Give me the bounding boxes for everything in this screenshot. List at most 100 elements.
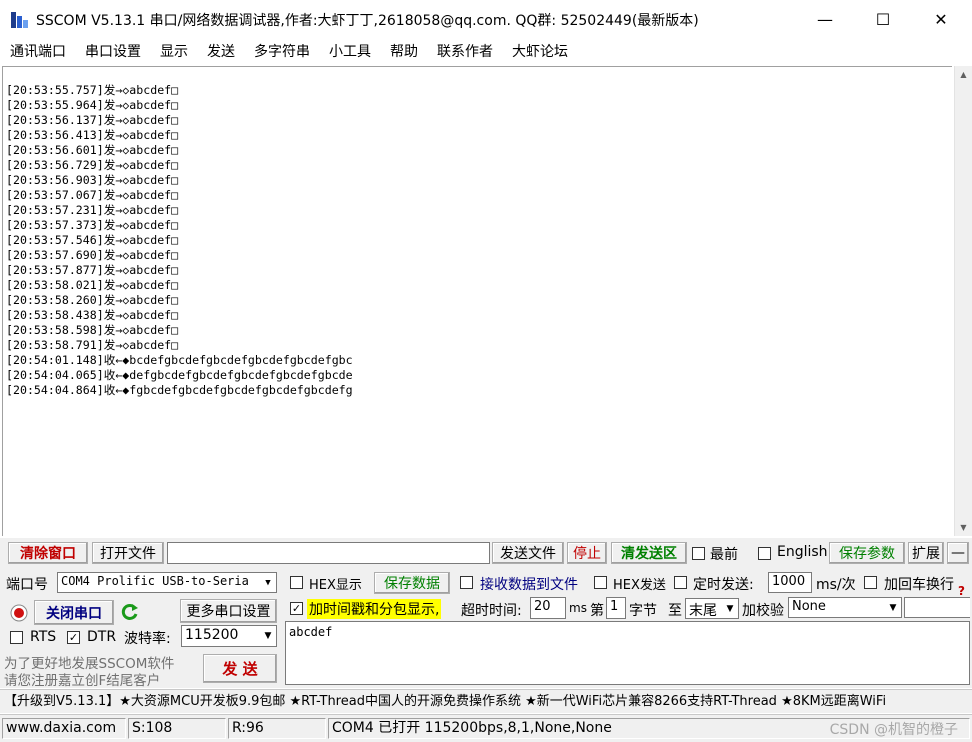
maximize-button[interactable]: ☐ [854,0,912,38]
send-file-button[interactable]: 发送文件 [492,542,564,564]
baud-select[interactable]: 115200 ▼ [181,625,277,647]
crlf-checkbox[interactable] [864,576,877,589]
status-bar: www.daxia.com S:108 R:96 COM4 已打开 115200… [0,714,972,742]
send-textarea[interactable]: abcdef [285,621,970,685]
menu-send[interactable]: 发送 [197,41,244,61]
rts-checkbox[interactable] [10,631,23,644]
timestamp-label: 加时间戳和分包显示, [307,599,442,619]
menu-forum[interactable]: 大虾论坛 [502,41,577,61]
english-label: English [777,544,828,560]
watermark: CSDN @机智的橙子 [829,722,958,738]
checksum-label: 加校验 [742,603,784,619]
recv-to-file-label: 接收数据到文件 [480,577,578,593]
topmost-checkbox[interactable] [692,547,705,560]
status-sent-count: S:108 [128,718,226,739]
file-path-input[interactable] [167,542,490,564]
chevron-down-icon: ▼ [260,573,276,592]
checksum-select[interactable]: None ▼ [788,597,902,618]
hex-send-label: HEX发送 [613,578,666,593]
end-select[interactable]: 末尾 ▼ [685,598,739,619]
chevron-down-icon: ▼ [722,599,738,618]
chevron-down-icon: ▼ [260,626,276,646]
menu-help[interactable]: 帮助 [380,41,427,61]
log-line: [20:54:01.148]收←◆bcdefgbcdefgbcdefgbcdef… [6,353,353,367]
dtr-label: DTR [87,629,117,645]
window-title: SSCOM V5.13.1 串口/网络数据调试器,作者:大虾丁丁,2618058… [36,13,699,29]
timestamp-checkbox[interactable]: ✓ [290,602,303,615]
interval-unit: ms/次 [816,577,856,593]
log-line: [20:53:55.964]发→◇abcdef□ [6,98,179,112]
close-port-button[interactable]: 关闭串口 [34,600,114,625]
scroll-up-icon[interactable]: ▲ [955,66,972,83]
minimize-button[interactable]: — [796,0,854,38]
help-icon[interactable]: ? [958,584,965,598]
menu-serial-settings[interactable]: 串口设置 [75,41,150,61]
collapse-button[interactable]: — [947,542,969,564]
clear-window-button[interactable]: 清除窗口 [8,542,88,564]
log-line: [20:53:56.413]发→◇abcdef□ [6,128,179,142]
interval-input[interactable]: 1000 [768,572,812,593]
baud-select-value: 115200 [185,627,239,643]
menu-contact-author[interactable]: 联系作者 [427,41,502,61]
checksum-extra-field[interactable] [904,597,970,618]
byte-prefix-label: 第 [590,603,604,619]
log-line: [20:53:58.260]发→◇abcdef□ [6,293,179,307]
end-select-value: 末尾 [689,603,717,619]
to-label: 至 [668,603,682,619]
port-select-value: COM4 Prolific USB-to-Seria [61,574,249,588]
expand-button[interactable]: 扩展 [908,542,944,564]
byte-index-input[interactable]: 1 [606,597,626,619]
title-bar[interactable]: SSCOM V5.13.1 串口/网络数据调试器,作者:大虾丁丁,2618058… [0,0,972,38]
english-checkbox[interactable] [758,547,771,560]
dtr-checkbox[interactable]: ✓ [67,631,80,644]
port-label: 端口号 [6,577,48,593]
timed-send-label: 定时发送: [693,577,754,593]
hex-display-label: HEX显示 [309,578,362,593]
log-line: [20:53:57.373]发→◇abcdef□ [6,218,179,232]
log-line: [20:54:04.864]收←◆fgbcdefgbcdefgbcdefgbcd… [6,383,353,397]
status-website[interactable]: www.daxia.com [2,718,126,739]
log-line: [20:54:04.065]收←◆defgbcdefgbcdefgbcdefgb… [6,368,353,382]
log-line: [20:53:56.137]发→◇abcdef□ [6,113,179,127]
refresh-icon[interactable] [120,602,140,622]
hex-send-checkbox[interactable] [594,576,607,589]
menu-tools[interactable]: 小工具 [319,41,380,61]
byte-label: 字节 [629,603,657,619]
timeout-unit: ms [569,601,587,615]
news-ticker[interactable]: 【升级到V5.13.1】★大资源MCU开发板9.9包邮 ★RT-Thread中国… [0,689,972,713]
clear-send-button[interactable]: 清发送区 [611,542,687,564]
send-button[interactable]: 发 送 [203,654,277,683]
save-data-button[interactable]: 保存数据 [374,572,450,594]
hex-display-checkbox[interactable] [290,576,303,589]
log-line: [20:53:57.231]发→◇abcdef□ [6,203,179,217]
status-recv-count: R:96 [228,718,326,739]
log-line: [20:53:56.729]发→◇abcdef□ [6,158,179,172]
stop-button[interactable]: 停止 [567,542,607,564]
timeout-input[interactable]: 20 [530,597,566,619]
open-file-button[interactable]: 打开文件 [92,542,164,564]
timed-send-checkbox[interactable] [674,576,687,589]
receive-window[interactable]: [20:53:55.757]发→◇abcdef□ [20:53:55.964]发→… [2,66,952,536]
log-line: [20:53:56.601]发→◇abcdef□ [6,143,179,157]
log-line: [20:53:58.791]发→◇abcdef□ [6,338,179,352]
baud-label: 波特率: [124,631,171,647]
log-line: [20:53:55.757]发→◇abcdef□ [6,83,179,97]
menu-multi-string[interactable]: 多字符串 [244,41,319,61]
port-select[interactable]: COM4 Prolific USB-to-Seria ▼ [57,572,277,593]
menu-bar: 通讯端口 串口设置 显示 发送 多字符串 小工具 帮助 联系作者 大虾论坛 [0,38,972,64]
recv-to-file-checkbox[interactable] [460,576,473,589]
menu-display[interactable]: 显示 [150,41,197,61]
scroll-down-icon[interactable]: ▼ [955,519,972,536]
log-line: [20:53:58.021]发→◇abcdef□ [6,278,179,292]
log-line: [20:53:58.438]发→◇abcdef□ [6,308,179,322]
menu-comm-port[interactable]: 通讯端口 [0,41,75,61]
receive-scrollbar[interactable]: ▲ ▼ [954,66,972,536]
log-line: [20:53:58.598]发→◇abcdef□ [6,323,179,337]
control-panel: 清除窗口 打开文件 发送文件 停止 清发送区 最前 English 保存参数 扩… [0,538,972,689]
save-params-button[interactable]: 保存参数 [829,542,905,564]
timeout-label: 超时时间: [461,603,522,619]
more-serial-settings-button[interactable]: 更多串口设置 [180,599,277,623]
close-button[interactable]: ✕ [912,0,970,38]
log-line: [20:53:57.877]发→◇abcdef□ [6,263,179,277]
chevron-down-icon: ▼ [885,598,901,617]
